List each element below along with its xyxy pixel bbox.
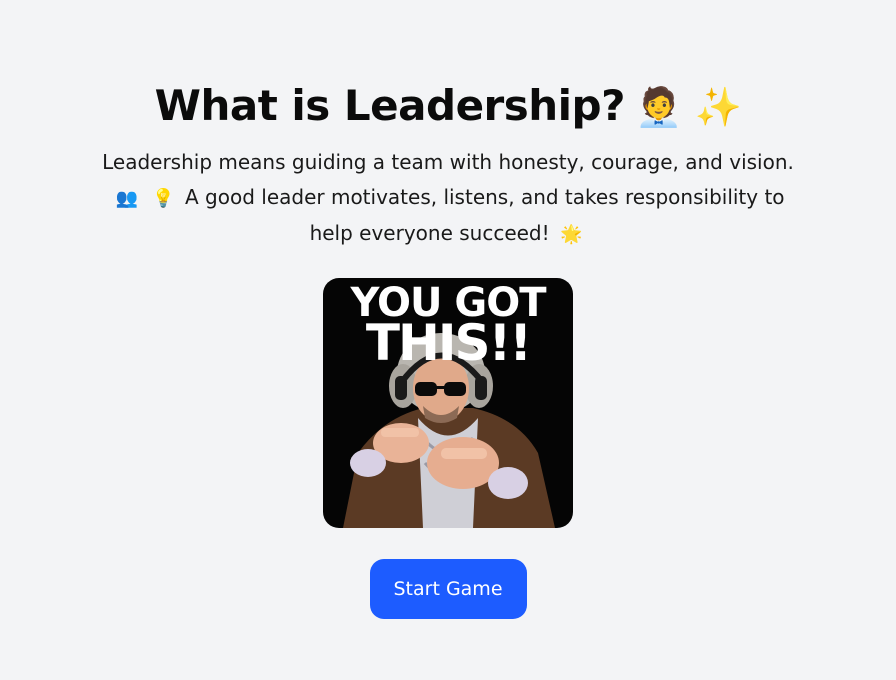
page-title: What is Leadership? 🧑‍💼 ✨ bbox=[155, 78, 742, 135]
lightbulb-icon: 💡 bbox=[152, 188, 175, 209]
gif-caption-line-2: THIS!! bbox=[365, 314, 532, 372]
team-icon: 👥 bbox=[115, 188, 138, 209]
title-emojis: 🧑‍💼 ✨ bbox=[635, 85, 742, 129]
page-title-text: What is Leadership? bbox=[154, 81, 626, 130]
intro-line-1: Leadership means guiding a team with hon… bbox=[102, 150, 794, 174]
intro-line-2: A good leader motivates, listens, and ta… bbox=[185, 185, 785, 245]
intro-paragraph: Leadership means guiding a team with hon… bbox=[88, 145, 808, 252]
start-game-button[interactable]: Start Game bbox=[369, 559, 527, 619]
sun-icon: 🌟 bbox=[560, 224, 583, 245]
motivation-gif: YOU GOT THIS!! bbox=[323, 278, 573, 528]
page: What is Leadership? 🧑‍💼 ✨ Leadership mean… bbox=[0, 0, 896, 680]
